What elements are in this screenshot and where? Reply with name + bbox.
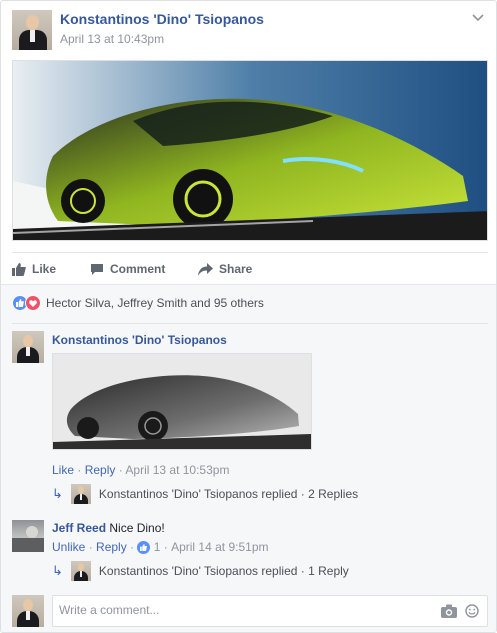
replies-summary[interactable]: ↳ Konstantinos 'Dino' Tsiopanos replied …: [52, 484, 358, 504]
like-count[interactable]: 1: [154, 540, 161, 554]
reactions-summary[interactable]: Hector Silva, Jeffrey Smith and 95 other…: [12, 295, 264, 311]
post-timestamp[interactable]: April 13 at 10:43pm: [60, 32, 164, 46]
comment-reply-link[interactable]: Reply: [96, 540, 127, 554]
share-button[interactable]: Share: [198, 253, 252, 285]
like-button[interactable]: Like: [12, 253, 56, 285]
comment-author[interactable]: Konstantinos 'Dino' Tsiopanos: [52, 333, 227, 347]
replies-summary[interactable]: ↳ Konstantinos 'Dino' Tsiopanos replied …: [52, 561, 349, 581]
camera-icon[interactable]: [441, 604, 457, 621]
reply-avatar: [70, 484, 91, 504]
write-comment-input[interactable]: [59, 603, 419, 617]
reply-author: Konstantinos 'Dino' Tsiopanos: [98, 487, 259, 501]
reply-action: replied: [261, 564, 298, 578]
reply-avatar: [70, 561, 91, 581]
comment-body: Jeff Reed Nice Dino!: [52, 521, 165, 535]
comment-button[interactable]: Comment: [90, 253, 165, 285]
comment-meta: Like · Reply · April 13 at 10:53pm: [52, 463, 230, 477]
reply-action: replied: [261, 487, 298, 501]
comment-label: Comment: [110, 262, 166, 276]
comment-time[interactable]: April 13 at 10:53pm: [125, 463, 229, 477]
reply-author: Konstantinos 'Dino' Tsiopanos: [98, 564, 259, 578]
reply-arrow-icon: ↳: [52, 486, 63, 501]
comments-section: Hector Silva, Jeffrey Smith and 95 other…: [1, 284, 496, 632]
current-user-avatar: [12, 595, 44, 627]
comment-like-link[interactable]: Like: [52, 463, 74, 477]
love-reaction-icon: [25, 295, 41, 311]
chevron-down-icon[interactable]: [472, 9, 484, 25]
thumbs-up-icon: [12, 262, 26, 276]
reply-count: 2 Replies: [308, 487, 359, 501]
share-label: Share: [219, 262, 253, 276]
author-avatar[interactable]: [12, 10, 52, 50]
like-label: Like: [32, 262, 57, 276]
post-card: Konstantinos 'Dino' Tsiopanos April 13 a…: [0, 0, 497, 633]
comment-avatar[interactable]: [12, 331, 44, 363]
comment-meta: Unlike · Reply · 1 · April 14 at 9:51pm: [52, 540, 269, 554]
car-sketch-image: [13, 61, 487, 240]
comment-text: Nice Dino!: [109, 521, 165, 535]
car-sketch-gray-image: [53, 354, 311, 449]
write-comment-box[interactable]: [52, 595, 488, 627]
post-actions: Like Comment Share: [12, 252, 488, 284]
comment-image[interactable]: [52, 353, 312, 450]
comment-unlike-link[interactable]: Unlike: [52, 540, 85, 554]
reply-count: 1 Reply: [308, 564, 349, 578]
divider: [12, 323, 488, 324]
comment-time[interactable]: April 14 at 9:51pm: [171, 540, 268, 554]
comment-icon: [91, 263, 103, 275]
share-icon: [198, 262, 213, 276]
comment-author[interactable]: Jeff Reed: [52, 521, 106, 535]
post-author[interactable]: Konstantinos 'Dino' Tsiopanos: [60, 11, 264, 27]
emoji-icon[interactable]: [465, 604, 479, 621]
reactions-text[interactable]: Hector Silva, Jeffrey Smith and 95 other…: [46, 296, 264, 310]
comment-reply-link[interactable]: Reply: [85, 463, 116, 477]
post-image[interactable]: [12, 60, 488, 241]
reply-arrow-icon: ↳: [52, 563, 63, 578]
comment-avatar[interactable]: [12, 520, 44, 552]
like-count-icon: [137, 540, 151, 554]
